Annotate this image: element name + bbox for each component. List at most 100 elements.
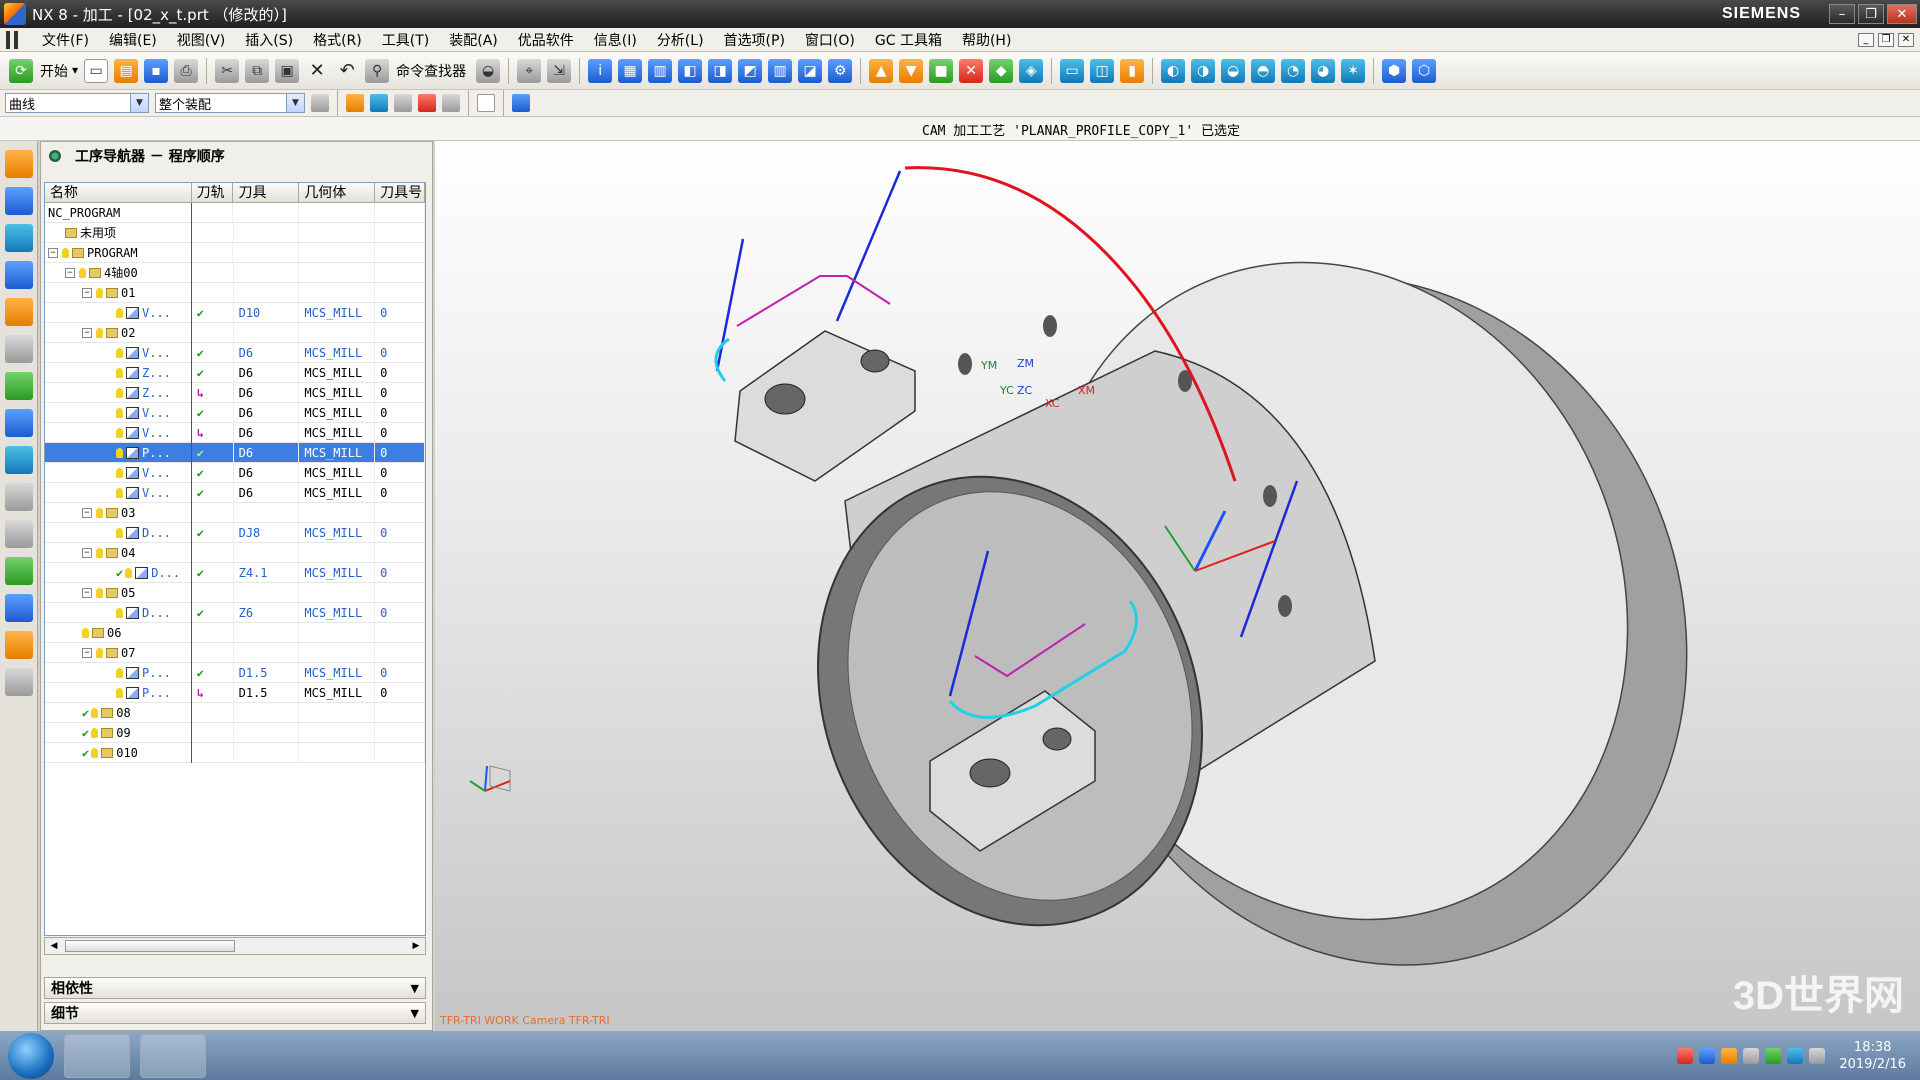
operation-navigator-icon[interactable] — [5, 261, 33, 289]
column-header-geometry[interactable]: 几何体 — [299, 183, 376, 202]
mdi-close-button[interactable]: ✕ — [1898, 32, 1914, 47]
cut-icon[interactable]: ✂ — [215, 58, 240, 83]
program-view-icon[interactable]: ▦ — [618, 58, 643, 83]
menu-assembly[interactable]: 装配(A) — [439, 30, 508, 50]
cube-view-icon[interactable] — [512, 94, 530, 112]
row-name-cell[interactable]: − 01 — [45, 282, 192, 303]
table-row[interactable]: D... ✔ Z6 MCS_MILL 0 — [45, 602, 425, 623]
table-row[interactable]: ✔ 08 — [45, 702, 425, 723]
table-row[interactable]: − 04 — [45, 542, 425, 563]
menu-edit[interactable]: 编辑(E) — [99, 30, 167, 50]
table-row[interactable]: Z... ✔ D6 MCS_MILL 0 — [45, 362, 425, 383]
column-header-name[interactable]: 名称 — [45, 183, 192, 202]
row-name-cell[interactable]: V... — [45, 402, 192, 423]
scroll-left-icon[interactable]: ◀ — [46, 939, 62, 953]
table-row[interactable]: ✔ 010 — [45, 742, 425, 763]
row-name-cell[interactable]: − 04 — [45, 542, 192, 563]
info-icon[interactable]: i — [588, 58, 613, 83]
document-icon[interactable] — [5, 520, 33, 548]
tool-icon-5[interactable]: ◔ — [1281, 58, 1306, 83]
menu-preferences[interactable]: 首选项(P) — [714, 30, 795, 50]
table-row[interactable]: V... ✔ D10 MCS_MILL 0 — [45, 302, 425, 323]
collapse-toggle-icon[interactable]: − — [82, 287, 92, 298]
menu-file[interactable]: 文件(F) — [32, 30, 99, 50]
column-header-tool-number[interactable]: 刀具号 — [375, 183, 425, 202]
face-rule-icon[interactable] — [394, 94, 412, 112]
reuse-library-icon[interactable] — [5, 335, 33, 363]
table-row[interactable]: V... ✔ D6 MCS_MILL 0 — [45, 462, 425, 483]
table-row[interactable]: D... ✔ DJ8 MCS_MILL 0 — [45, 522, 425, 543]
table-row[interactable]: − 4轴00 — [45, 262, 425, 283]
menu-window[interactable]: 窗口(O) — [795, 30, 865, 50]
generate-toolpath-icon[interactable]: ■ — [929, 58, 954, 83]
curve-rule-icon[interactable] — [370, 94, 388, 112]
menu-format[interactable]: 格式(R) — [303, 30, 372, 50]
sogou-icon[interactable] — [1677, 1047, 1694, 1064]
menu-view[interactable]: 视图(V) — [167, 30, 236, 50]
menu-analysis[interactable]: 分析(L) — [647, 30, 714, 50]
save-icon[interactable]: ▪ — [144, 58, 169, 83]
row-name-cell[interactable]: − 03 — [45, 502, 192, 523]
row-name-cell[interactable]: − 07 — [45, 642, 192, 663]
start-button[interactable]: ⟳ 开始 ▼ — [6, 56, 78, 86]
print-icon[interactable]: ⎙ — [174, 58, 199, 83]
row-name-cell[interactable]: − 4轴00 — [45, 262, 192, 283]
row-name-cell[interactable]: P... — [45, 662, 192, 683]
qq-tray-icon[interactable] — [1743, 1047, 1760, 1064]
tool-icon-8[interactable]: ⬢ — [1382, 58, 1407, 83]
collapse-toggle-icon[interactable]: − — [48, 247, 58, 258]
tool-library-icon[interactable] — [5, 594, 33, 622]
table-row[interactable]: NC_PROGRAM — [45, 202, 425, 223]
part-navigator-icon[interactable] — [5, 224, 33, 252]
row-name-cell[interactable]: D... — [45, 522, 192, 543]
row-name-cell[interactable]: ✔ 08 — [45, 702, 192, 723]
menu-help[interactable]: 帮助(H) — [952, 30, 1021, 50]
tray-app-icon[interactable] — [1765, 1047, 1782, 1064]
open-folder-icon[interactable]: ▤ — [114, 58, 139, 83]
output-cls-icon[interactable]: ▮ — [1120, 58, 1145, 83]
create-operation-icon[interactable]: ◪ — [798, 58, 823, 83]
assembly-navigator-icon[interactable] — [5, 150, 33, 178]
table-row[interactable]: 未用项 — [45, 222, 425, 243]
volume-icon[interactable] — [1809, 1047, 1826, 1064]
tool-icon-4[interactable]: ◓ — [1251, 58, 1276, 83]
verify-icon[interactable]: ◆ — [989, 58, 1014, 83]
tool-icon-2[interactable]: ◑ — [1191, 58, 1216, 83]
menu-tools[interactable]: 工具(T) — [372, 30, 439, 50]
tool-icon-1[interactable]: ◐ — [1161, 58, 1186, 83]
type-filter-select[interactable]: 曲线 ▼ — [5, 93, 149, 113]
table-row[interactable]: − 03 — [45, 502, 425, 523]
row-name-cell[interactable]: − PROGRAM — [45, 242, 192, 263]
menu-gc-toolbox[interactable]: GC 工具箱 — [865, 30, 952, 50]
taskbar-clock[interactable]: 18:38 2019/2/16 — [1839, 1039, 1906, 1073]
selection-scope-select[interactable]: 整个装配 ▼ — [155, 93, 305, 113]
pin-icon[interactable] — [49, 150, 61, 162]
postprocess-icon[interactable]: ▭ — [1060, 58, 1085, 83]
table-row[interactable]: ✔ 09 — [45, 722, 425, 743]
table-row[interactable]: P... ↳ D1.5 MCS_MILL 0 — [45, 682, 425, 703]
row-name-cell[interactable]: ✔ D... — [45, 562, 192, 583]
gear-select-icon[interactable] — [311, 94, 329, 112]
table-row[interactable]: P... ✔ D1.5 MCS_MILL 0 — [45, 662, 425, 683]
feature-rule-icon[interactable] — [442, 94, 460, 112]
row-name-cell[interactable]: V... — [45, 482, 192, 503]
dependencies-panel[interactable]: 相依性 ▼ — [44, 977, 426, 999]
delete-icon[interactable]: ✕ — [305, 59, 329, 83]
collapse-toggle-icon[interactable]: − — [82, 587, 92, 598]
menu-youpin[interactable]: 优品软件 — [508, 30, 584, 50]
table-row[interactable]: P... ✔ D6 MCS_MILL 0 — [45, 442, 425, 463]
column-header-tool[interactable]: 刀具 — [233, 183, 300, 202]
table-row[interactable]: Z... ↳ D6 MCS_MILL 0 — [45, 382, 425, 403]
collapse-toggle-icon[interactable]: − — [82, 647, 92, 658]
shop-doc-icon[interactable]: ◫ — [1090, 58, 1115, 83]
create-geometry-icon[interactable]: ◩ — [738, 58, 763, 83]
network-icon[interactable] — [1787, 1047, 1804, 1064]
row-name-cell[interactable]: ✔ 09 — [45, 722, 192, 743]
tool-icon-6[interactable]: ◕ — [1311, 58, 1336, 83]
table-row[interactable]: V... ↳ D6 MCS_MILL 0 — [45, 422, 425, 443]
paste-icon[interactable]: ▣ — [275, 58, 300, 83]
command-finder-button[interactable]: ⚲ 命令查找器 — [362, 56, 470, 86]
tool-icon-3[interactable]: ◒ — [1221, 58, 1246, 83]
row-name-cell[interactable]: ✔ 010 — [45, 742, 192, 763]
create-program-icon[interactable]: ◧ — [678, 58, 703, 83]
